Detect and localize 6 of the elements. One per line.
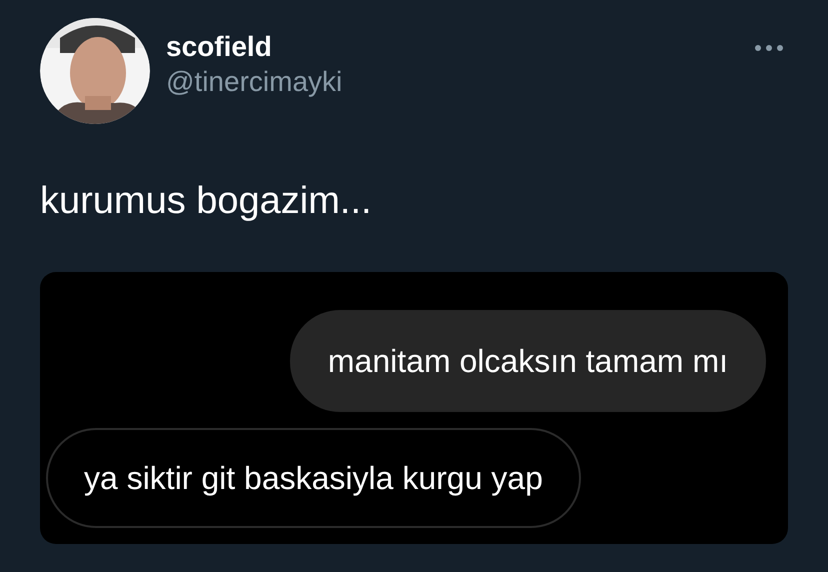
message-bubble: manitam olcaksın tamam mı xyxy=(290,310,766,412)
tweet-text: kurumus bogazim... xyxy=(40,179,373,224)
more-icon[interactable] xyxy=(754,44,784,52)
author-name[interactable]: scofield xyxy=(166,30,342,64)
author-handle[interactable]: @tinercimayki xyxy=(166,64,342,100)
message-bubble: ya siktir git baskasiyla kurgu yap xyxy=(46,428,581,528)
